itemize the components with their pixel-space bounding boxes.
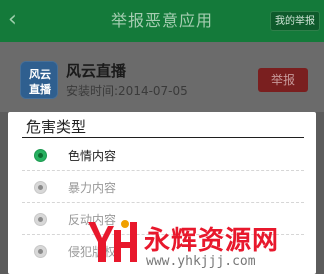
watermark-text: 永辉资源网 [144,226,280,256]
option-divider [22,202,304,203]
radio-button-icon[interactable] [34,181,47,194]
option-violence[interactable]: 暴力内容 [22,172,304,203]
radio-button-icon[interactable] [34,149,47,162]
app-icon: 风云 直播 [20,61,58,99]
dialog-divider [22,137,304,138]
my-reports-button[interactable]: 我的举报 [270,11,320,31]
top-bar: ‹ 举报恶意应用 我的举报 [0,0,324,42]
report-button[interactable]: 举报 [258,68,308,92]
option-porn[interactable]: 色情内容 [22,140,304,171]
option-divider [22,170,304,171]
install-time: 安装时间:2014-07-05 [66,84,188,98]
svg-text:直播: 直播 [29,82,52,96]
radio-button-icon[interactable] [34,213,47,226]
radio-button-icon[interactable] [34,245,47,258]
app-info-card: 风云 直播 风云直播 安装时间:2014-07-05 举报 [0,42,324,112]
watermark: 永辉资源网 www.yhkjjj.com [84,216,314,274]
watermark-url: www.yhkjjj.com [146,254,256,269]
svg-text:风云: 风云 [29,67,51,81]
app-name: 风云直播 [66,62,127,80]
dialog-title: 危害类型 [26,118,87,136]
option-label: 暴力内容 [68,181,117,195]
watermark-logo-icon [88,220,137,262]
option-label: 色情内容 [68,149,117,163]
